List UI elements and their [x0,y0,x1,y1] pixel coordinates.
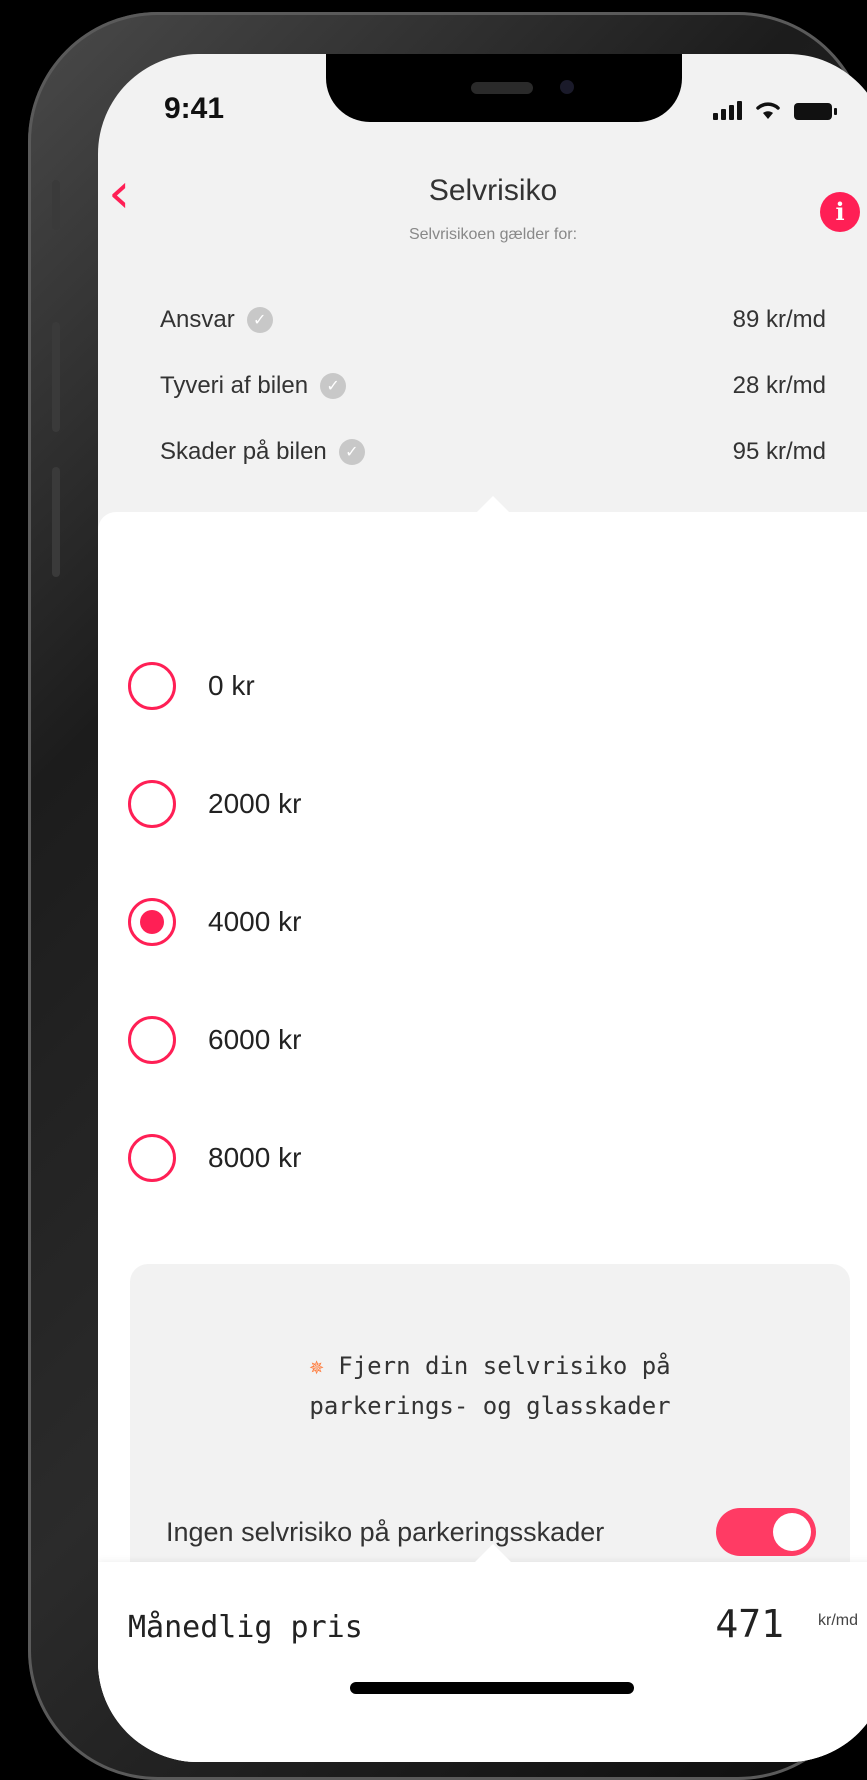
info-button[interactable]: i [820,192,860,232]
mute-switch [52,180,60,230]
toggle-label: Ingen selvrisiko på parkeringsskader [166,1516,605,1547]
option-6000-kr[interactable]: 6000 kr [128,1012,301,1068]
status-time: 9:41 [164,92,225,125]
sheet-pointer [475,496,511,514]
screen: 9:41 ‹ Selvrisiko Selvrisikoen gælder fo… [98,54,867,1762]
monthly-price-label: Månedlig pris [128,1610,363,1645]
option-label: 8000 kr [208,1142,302,1173]
option-2000-kr[interactable]: 2000 kr [128,776,301,832]
coverage-row-skader: Skader på bilen ✓ 95 kr/md [160,432,826,472]
phone-frame: 9:41 ‹ Selvrisiko Selvrisikoen gælder fo… [28,12,867,1780]
page-subtitle: Selvrisikoen gælder for: [408,226,578,243]
radio-button[interactable] [128,780,176,828]
page-title: Selvrisiko [428,174,558,207]
volume-up-button [52,322,60,432]
coverage-price: 95 kr/md [732,438,826,465]
option-0-kr[interactable]: 0 kr [128,658,255,714]
coverage-label: Tyveri af bilen [160,372,309,399]
radio-button[interactable] [128,1016,176,1064]
parking-damage-toggle[interactable] [716,1508,816,1556]
monthly-price-value: 471 [715,1602,784,1646]
promo-line-2: parkerings- og glasskader [309,1392,671,1420]
option-4000-kr[interactable]: 4000 kr [128,894,301,950]
radio-button[interactable] [128,662,176,710]
battery-icon [794,103,837,120]
footer-pointer [475,1544,511,1562]
coverage-label: Ansvar [160,306,235,333]
check-icon: ✓ [320,373,347,399]
home-indicator[interactable] [350,1682,634,1694]
notch [326,54,682,122]
option-label: 4000 kr [208,906,302,937]
wifi-icon [756,102,780,119]
coverage-price: 89 kr/md [732,306,826,333]
volume-down-button [52,467,60,577]
coverage-row-ansvar: Ansvar ✓ 89 kr/md [160,300,826,340]
promo-line-1: Fjern din selvrisiko på [338,1352,671,1380]
radio-button-selected[interactable] [128,898,176,946]
coverage-label: Skader på bilen [160,438,327,465]
option-label: 2000 kr [208,788,302,819]
speaker [471,82,533,94]
check-icon: ✓ [246,307,273,333]
option-8000-kr[interactable]: 8000 kr [128,1130,301,1186]
signal-icon [713,101,742,120]
option-label: 6000 kr [208,1024,302,1055]
promo-text: ✵ Fjern din selvrisiko på parkerings- og… [130,1346,850,1426]
coverage-row-tyveri: Tyveri af bilen ✓ 28 kr/md [160,366,826,406]
monthly-price-unit: kr/md [818,1612,858,1629]
check-icon: ✓ [338,439,365,465]
price-footer: Månedlig pris 471 kr/md [98,1544,867,1762]
status-icons [713,100,837,120]
option-label: 0 kr [208,670,255,701]
info-icon: i [835,197,845,226]
camera [560,80,574,94]
coverage-price: 28 kr/md [732,372,826,399]
spark-icon: ✵ [309,1352,324,1380]
radio-button[interactable] [128,1134,176,1182]
